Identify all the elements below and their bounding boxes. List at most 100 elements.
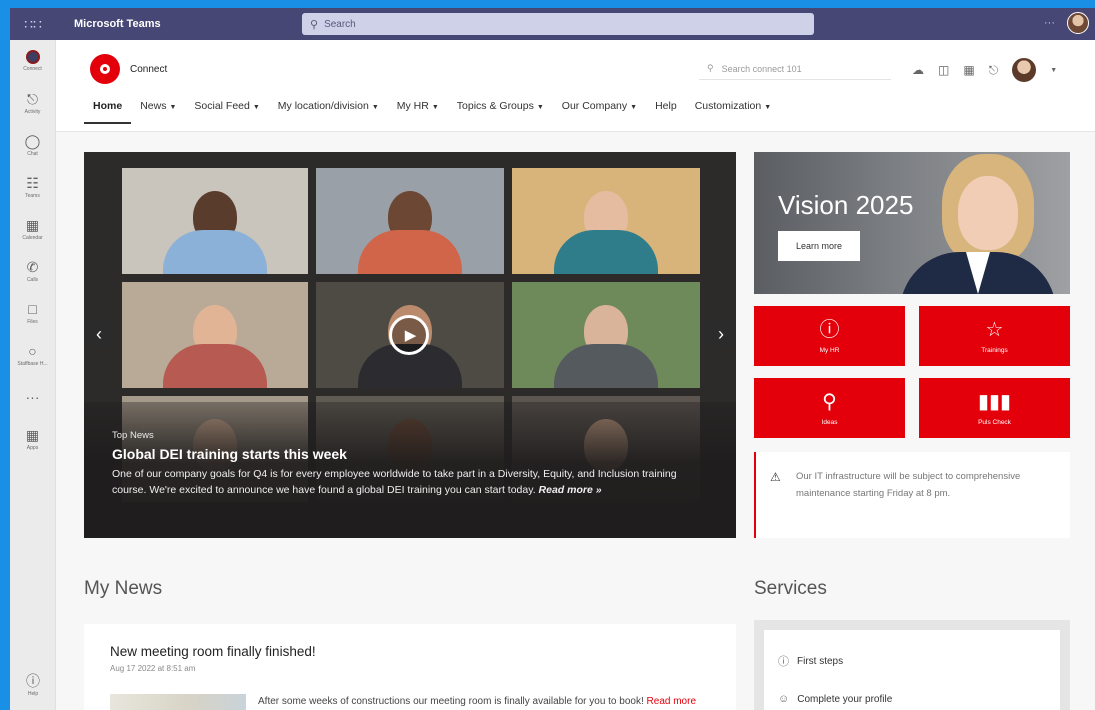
rail-item-files[interactable]: □ Files [10, 292, 55, 334]
app-grid-icon[interactable]: ▦ [963, 63, 974, 77]
rail-item-activity[interactable]: ⎋ Activity [10, 82, 55, 124]
more-apps-icon: ··· [25, 388, 40, 405]
portrait-face [958, 176, 1018, 250]
nav-item-customization[interactable]: Customization ▼ [686, 100, 780, 124]
hero-carousel[interactable]: ‹ › ▶ Top News Global DEI training start… [84, 152, 736, 538]
main-navigation: Home News ▼ Social Feed ▼ My location/divi… [84, 100, 780, 124]
lightbulb-icon: ⚲ [822, 390, 837, 413]
app-launcher-icon[interactable]: ∷∷ [10, 8, 56, 40]
quick-link-puls-check[interactable]: ▮▮▮ Puls Check [919, 378, 1070, 438]
rail-label: Activity [24, 108, 41, 115]
header-icons: ☁ ◫ ▦ ⎋ ▼ [912, 58, 1057, 82]
calendar-icon: ▦ [25, 216, 40, 233]
connect-page: Connect ⚲ Search connect 101 ☁ ◫ ▦ ⎋ ▼ H… [56, 40, 1095, 710]
chevron-down-icon[interactable]: ▼ [1050, 67, 1057, 74]
search-icon: ⚲ [310, 18, 319, 31]
bell-icon: ⎋ [26, 90, 39, 107]
nav-label: Topics & Groups [456, 100, 534, 112]
cloud-icon[interactable]: ☁ [912, 63, 924, 77]
news-thumbnail[interactable] [110, 694, 246, 710]
star-icon: ☆ [985, 318, 1004, 341]
rail-item-apps[interactable]: ▦ Apps [10, 418, 55, 460]
news-card[interactable]: New meeting room finally finished! Aug 1… [84, 624, 736, 710]
teams-title-bar: ∷∷ Microsoft Teams ⚲ Search ··· [10, 8, 1095, 40]
nav-label: My location/division [277, 100, 369, 112]
video-tile [122, 282, 308, 388]
rail-item-help[interactable]: ⓘ Help [10, 664, 56, 706]
caret-down-icon: ▼ [169, 104, 177, 111]
quick-link-trainings[interactable]: ☆ Trainings [919, 306, 1070, 366]
app-name: Microsoft Teams [74, 18, 161, 30]
nav-item-topics-groups[interactable]: Topics & Groups ▼ [448, 100, 553, 124]
nav-item-our-company[interactable]: Our Company ▼ [553, 100, 646, 124]
participant-body [163, 230, 267, 274]
service-item-first-steps[interactable]: ⓘ First steps [778, 642, 1046, 680]
news-title[interactable]: New meeting room finally finished! [110, 644, 710, 659]
services-heading: Services [754, 578, 827, 599]
more-options-icon[interactable]: ··· [1044, 17, 1055, 29]
nav-label: My HR [396, 100, 429, 112]
rail-label: Calendar [22, 234, 43, 241]
video-tile [512, 168, 700, 274]
nav-label: News [140, 100, 167, 112]
caret-down-icon: ▼ [536, 104, 544, 111]
bar-chart-icon: ▮▮▮ [977, 390, 1012, 413]
vision-title: Vision 2025 [778, 190, 914, 220]
teams-app-rail: Connect ⎋ Activity ◯ Chat ☷ Teams ▦ Cale… [10, 40, 56, 710]
brand-name: Connect [130, 64, 168, 75]
hero-body: One of our company goals for Q4 is for e… [112, 466, 682, 498]
quick-link-my-hr[interactable]: ⓘ My HR [754, 306, 905, 366]
intranet-search-input[interactable]: ⚲ Search connect 101 [699, 58, 891, 80]
help-icon: ⓘ [26, 672, 40, 689]
user-avatar[interactable] [1067, 12, 1089, 34]
notification-bell-icon[interactable]: ⎋ [989, 63, 999, 78]
service-item-complete-profile[interactable]: ☺ Complete your profile [778, 680, 1046, 710]
search-icon: ⚲ [707, 63, 714, 73]
hero-title[interactable]: Global DEI training starts this week [112, 446, 682, 462]
rail-item-more[interactable]: ··· [10, 376, 55, 418]
carousel-prev-button[interactable]: ‹ [86, 320, 112, 348]
title-bar-right: ··· [1044, 12, 1089, 34]
video-tile [122, 168, 308, 274]
rail-item-staffbase[interactable]: ○ Staffbase H... [10, 334, 55, 376]
brand-logo[interactable] [90, 54, 120, 84]
participant-body [554, 230, 658, 274]
nav-item-location[interactable]: My location/division ▼ [269, 100, 388, 124]
rail-label: Apps [26, 444, 39, 451]
quick-link-label: Trainings [981, 346, 1008, 354]
chat-bubble-icon[interactable]: ◫ [938, 63, 949, 77]
nav-item-news[interactable]: News ▼ [131, 100, 185, 124]
warning-icon: ⚠ [770, 470, 781, 484]
play-video-button[interactable]: ▶ [389, 315, 429, 355]
rail-label: Help [27, 690, 39, 697]
rail-item-calendar[interactable]: ▦ Calendar [10, 208, 55, 250]
video-tile [316, 168, 504, 274]
rail-item-chat[interactable]: ◯ Chat [10, 124, 55, 166]
nav-item-my-hr[interactable]: My HR ▼ [388, 100, 448, 124]
intranet-header: Connect ⚲ Search connect 101 ☁ ◫ ▦ ⎋ ▼ H… [56, 40, 1095, 132]
nav-item-social-feed[interactable]: Social Feed ▼ [185, 100, 268, 124]
rail-item-calls[interactable]: ✆ Calls [10, 250, 55, 292]
nav-label: Customization [694, 100, 762, 112]
vision-banner: Vision 2025 Learn more [754, 152, 1070, 294]
quick-link-ideas[interactable]: ⚲ Ideas [754, 378, 905, 438]
my-news-heading: My News [84, 578, 163, 599]
teams-search-box[interactable]: ⚲ Search [302, 13, 814, 35]
rail-item-teams[interactable]: ☷ Teams [10, 166, 55, 208]
info-icon: ⓘ [819, 318, 840, 341]
news-read-more-link[interactable]: Read more [647, 696, 696, 707]
hero-read-more-link[interactable]: Read more » [539, 484, 602, 496]
nav-label: Home [93, 100, 123, 112]
participant-body [554, 344, 658, 388]
carousel-next-button[interactable]: › [708, 320, 734, 348]
connect-icon [25, 50, 40, 64]
nav-item-home[interactable]: Home [84, 100, 132, 124]
teams-window: ∷∷ Microsoft Teams ⚲ Search ··· Connect … [10, 8, 1095, 710]
learn-more-button[interactable]: Learn more [778, 231, 860, 261]
nav-item-help[interactable]: Help [646, 100, 686, 124]
rail-label: Chat [27, 150, 38, 157]
profile-avatar[interactable] [1012, 58, 1037, 82]
rail-item-connect[interactable]: Connect [10, 40, 55, 82]
news-date: Aug 17 2022 at 8:51 am [110, 664, 196, 673]
caret-down-icon: ▼ [252, 104, 260, 111]
